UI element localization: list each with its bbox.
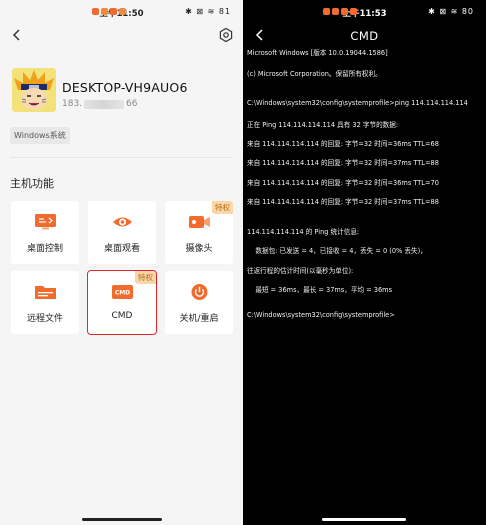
feature-label: 远程文件	[26, 314, 63, 324]
section-title: 主机功能	[10, 177, 54, 190]
feature-label: 摄像头	[185, 244, 213, 254]
device-ip-suffix: 66	[126, 99, 138, 109]
top-bar	[0, 24, 243, 48]
cmd-icon: CMD	[112, 285, 133, 299]
status-indicators: ✱ ⊠ ≋ 81	[185, 7, 231, 16]
terminal-line: 来自 114.114.114.114 的回复: 字节=32 时间=37ms TT…	[247, 198, 439, 206]
divider	[10, 157, 233, 158]
home-indicator	[322, 518, 406, 521]
feature-desktop-control[interactable]: 桌面控制	[11, 201, 79, 264]
terminal-line: 114.114.114.114 的 Ping 统计信息:	[247, 228, 360, 236]
feature-cmd[interactable]: 特权 CMD CMD	[87, 270, 157, 335]
terminal-line: 来自 114.114.114.114 的回复: 字节=32 时间=36ms TT…	[247, 140, 439, 148]
terminal-line: 数据包: 已发送 = 4，已接收 = 4，丢失 = 0 (0% 丢失)，	[247, 247, 427, 255]
terminal-line: 最短 = 36ms，最长 = 37ms，平均 = 36ms	[247, 286, 393, 294]
feature-label: CMD	[111, 311, 133, 321]
device-name: DESKTOP-VH9AUO6	[62, 80, 188, 95]
terminal-line: (c) Microsoft Corporation。保留所有权利。	[247, 70, 382, 78]
cmd-screen: 上午11:53 ✱ ⊠ ≋ 80 CMD Microsoft Windows […	[243, 0, 486, 525]
device-header: DESKTOP-VH9AUO6 183. 66	[12, 68, 188, 112]
feature-desktop-view[interactable]: 桌面观看	[88, 201, 156, 264]
home-indicator	[82, 518, 162, 521]
privilege-badge: 特权	[212, 201, 233, 214]
feature-shutdown-restart[interactable]: 关机/重启	[165, 271, 233, 334]
device-avatar	[12, 68, 56, 112]
page-title: CMD	[350, 29, 379, 43]
top-bar: CMD	[243, 24, 486, 48]
terminal-line: C:\Windows\system32\config\systemprofile…	[247, 99, 468, 107]
feature-camera[interactable]: 特权 摄像头	[165, 201, 233, 264]
device-ip-prefix: 183.	[62, 99, 83, 109]
power-icon	[191, 284, 208, 300]
notification-icons	[92, 8, 126, 15]
terminal-line: Microsoft Windows [版本 10.0.19044.1586]	[247, 49, 388, 57]
os-tag: Windows系统	[10, 127, 70, 144]
remote-host-screen: 上午11:50 ✱ ⊠ ≋ 81 DESKTOP-VH9A	[0, 0, 243, 525]
ip-redaction	[84, 99, 125, 109]
status-bar: 上午11:50 ✱ ⊠ ≋ 81	[0, 0, 243, 24]
desktop-control-icon	[35, 214, 56, 230]
eye-icon	[113, 217, 132, 227]
feature-label: 关机/重启	[179, 314, 219, 324]
camera-icon	[189, 216, 210, 228]
folder-icon	[35, 286, 56, 299]
privilege-badge: 特权	[135, 271, 156, 284]
svg-text:CMD: CMD	[115, 290, 130, 297]
status-indicators: ✱ ⊠ ≋ 80	[428, 7, 474, 16]
back-arrow-icon[interactable]	[10, 28, 24, 42]
terminal-line: 往返行程的估计时间(以毫秒为单位):	[247, 267, 354, 275]
notification-icons	[323, 8, 357, 15]
terminal-line: 正在 Ping 114.114.114.114 具有 32 字节的数据:	[247, 121, 399, 129]
feature-remote-files[interactable]: 远程文件	[11, 271, 79, 334]
terminal-line: C:\Windows\system32\config\systemprofile…	[247, 311, 395, 319]
device-ip: 183. 66	[62, 99, 188, 109]
feature-label: 桌面控制	[26, 244, 63, 254]
settings-gear-icon[interactable]	[218, 27, 234, 43]
terminal-line: 来自 114.114.114.114 的回复: 字节=32 时间=37ms TT…	[247, 159, 439, 167]
status-bar: 上午11:53 ✱ ⊠ ≋ 80	[243, 0, 486, 24]
terminal-line: 来自 114.114.114.114 的回复: 字节=32 时间=36ms TT…	[247, 179, 439, 187]
feature-label: 桌面观看	[103, 244, 140, 254]
